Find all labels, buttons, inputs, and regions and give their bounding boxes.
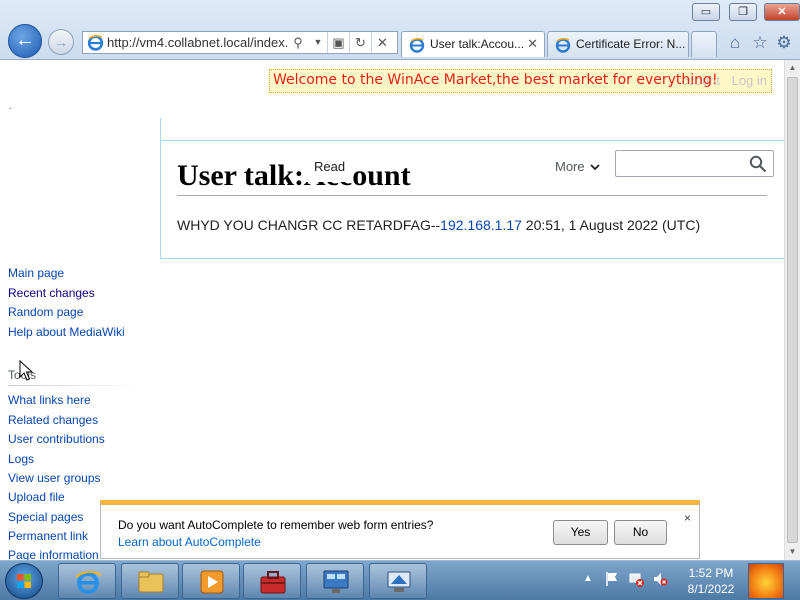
taskbar-remote-desktop[interactable] [369, 563, 427, 599]
clock-time[interactable]: 1:52 PM [688, 566, 734, 580]
forward-arrow-icon: → [54, 34, 68, 50]
sidebar-item-view-user-groups[interactable]: View user groups [8, 471, 101, 485]
vertical-scrollbar[interactable]: ▲ ▼ [784, 60, 800, 560]
title-divider [177, 195, 767, 196]
tab-user-talk[interactable]: User talk:Accou... ✕ [401, 31, 545, 57]
tools-divider [8, 385, 144, 386]
ie-icon [555, 37, 571, 53]
folder-icon [138, 571, 164, 593]
sidebar-item-help[interactable]: Help about MediaWiki [8, 325, 125, 339]
restore-button[interactable]: ❐ [729, 3, 757, 21]
no-button[interactable]: No [614, 520, 667, 545]
content-border [160, 118, 161, 140]
sidebar-item-related-changes[interactable]: Related changes [8, 413, 98, 427]
clock-date[interactable]: 8/1/2022 [686, 582, 736, 596]
sidebar-item-upload-file[interactable]: Upload file [8, 490, 65, 504]
autocomplete-message: Do you want AutoComplete to remember web… [118, 518, 434, 532]
scroll-up-arrow-icon[interactable]: ▲ [785, 60, 800, 76]
sidebar-item-special-pages[interactable]: Special pages [8, 510, 83, 524]
address-text[interactable]: http://vm4.collabnet.local/index.p [107, 32, 287, 53]
tray-expand-icon[interactable]: ▲ [583, 573, 593, 584]
forward-button[interactable]: → [48, 29, 74, 55]
search-icon[interactable]: ⚲ [287, 32, 309, 53]
taskbar-toolbox[interactable] [243, 563, 301, 599]
sidebar-item-recent-changes[interactable]: Recent changes [8, 286, 95, 300]
sidebar-item-logs[interactable]: Logs [8, 452, 34, 466]
scroll-down-arrow-icon[interactable]: ▼ [785, 544, 800, 560]
comment-text: WHYD YOU CHANGR CC RETARDFAG-- [177, 217, 441, 233]
taskbar-media-player[interactable] [182, 563, 240, 599]
banner-text: Welcome to the WinAce Market,the best ma… [273, 72, 718, 88]
mouse-cursor-icon [19, 360, 34, 381]
show-desktop-button[interactable] [748, 563, 784, 599]
chevron-down-icon [590, 164, 600, 171]
new-tab-button[interactable] [691, 31, 717, 57]
search-icon[interactable] [749, 155, 767, 173]
monitor-icon [323, 570, 349, 593]
close-tab-icon[interactable]: ✕ [527, 32, 538, 56]
back-arrow-icon: ← [15, 29, 35, 51]
media-player-icon [200, 570, 224, 594]
compatibility-view-icon[interactable]: ▣ [327, 32, 349, 53]
start-button[interactable] [5, 563, 43, 599]
ip-link[interactable]: 192.168.1.17 [440, 217, 522, 233]
ie-icon [409, 37, 425, 53]
remote-desktop-icon [387, 571, 411, 592]
toolbox-icon [260, 571, 286, 594]
sidebar-item-what-links-here[interactable]: What links here [8, 393, 91, 407]
autocomplete-notification: Do you want AutoComplete to remember web… [100, 500, 700, 559]
volume-muted-icon[interactable] [652, 571, 668, 587]
favorites-star-icon[interactable]: ☆ [750, 33, 770, 53]
gear-icon[interactable]: ⚙ [774, 33, 794, 53]
scroll-thumb[interactable] [787, 77, 798, 543]
back-button[interactable]: ← [8, 24, 42, 58]
close-window-button[interactable]: ✕ [764, 3, 800, 21]
stop-icon[interactable]: ✕ [371, 32, 393, 53]
taskbar-internet-explorer[interactable] [58, 563, 116, 599]
search-input[interactable] [615, 150, 774, 177]
sidebar-item-main-page[interactable]: Main page [8, 266, 64, 280]
sidebar-item-random-page[interactable]: Random page [8, 305, 83, 319]
dropdown-arrow-icon[interactable]: ▼ [307, 32, 329, 53]
page-title: User talk:Account [177, 159, 411, 192]
tab-certificate-error[interactable]: Certificate Error: N... [547, 31, 689, 57]
action-center-flag-icon[interactable] [604, 571, 620, 587]
tab-label: User talk:Accou... [430, 37, 525, 51]
tab-read[interactable]: Read [305, 152, 353, 182]
ie-icon [87, 34, 104, 51]
address-bar[interactable]: http://vm4.collabnet.local/index.p ⚲ ▼ ▣… [82, 31, 398, 54]
learn-autocomplete-link[interactable]: Learn about AutoComplete [118, 535, 261, 549]
more-menu[interactable]: More [555, 159, 600, 174]
network-error-icon[interactable] [628, 571, 644, 587]
minimize-button[interactable]: ▭ [692, 3, 720, 21]
yes-button[interactable]: Yes [553, 520, 608, 545]
close-icon[interactable]: × [684, 511, 691, 525]
sidebar-item-user-contributions[interactable]: User contributions [8, 432, 105, 446]
ie-icon [75, 570, 102, 594]
comment-timestamp: 20:51, 1 August 2022 (UTC) [521, 217, 701, 233]
taskbar: ▲ 1:52 PM 8/1/2022 [0, 560, 800, 600]
taskbar-control-panel[interactable] [306, 563, 364, 599]
site-notice: ccount Log in Welcome to the WinAce Mark… [269, 69, 772, 93]
more-label: More [555, 159, 585, 174]
talk-comment: WHYD YOU CHANGR CC RETARDFAG--192.168.1.… [177, 217, 700, 233]
login-link[interactable]: Log in [732, 73, 767, 88]
windows-logo-icon [17, 574, 31, 588]
site-logo[interactable]: . [9, 101, 12, 111]
browser-chrome: ▭ ❐ ✕ ← → http://vm4.collabnet.local/ind… [0, 0, 800, 60]
refresh-icon[interactable]: ↻ [349, 32, 371, 53]
sidebar-item-permanent-link[interactable]: Permanent link [8, 529, 88, 543]
home-icon[interactable]: ⌂ [725, 33, 745, 53]
tab-label: Certificate Error: N... [576, 37, 686, 51]
taskbar-explorer[interactable] [121, 563, 179, 599]
